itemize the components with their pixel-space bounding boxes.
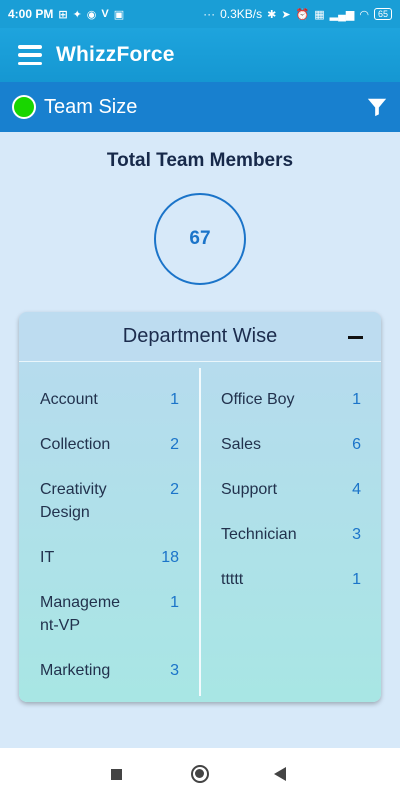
department-count: 1 bbox=[352, 571, 361, 588]
department-count: 2 bbox=[170, 436, 179, 453]
total-members-count: 67 bbox=[154, 193, 246, 285]
home-icon[interactable] bbox=[191, 765, 209, 783]
department-count: 3 bbox=[170, 662, 179, 679]
department-card: Department Wise Account 1 Collection 2 C… bbox=[19, 312, 381, 702]
department-count: 1 bbox=[170, 594, 179, 611]
recent-apps-icon[interactable] bbox=[111, 769, 122, 780]
department-count: 3 bbox=[352, 526, 361, 543]
department-name: Office Boy bbox=[221, 391, 295, 408]
wifi-icon: ◠ bbox=[359, 8, 369, 21]
department-count: 2 bbox=[170, 481, 179, 498]
status-bar: 4:00 PM ⊞ ✦ ◉ V ▣ ··· 0.3KB/s ✱ ➤ ⏰ ▦ ▂▄… bbox=[0, 0, 400, 28]
department-count: 1 bbox=[352, 391, 361, 408]
filter-icon[interactable] bbox=[366, 96, 388, 118]
department-name: ttttt bbox=[221, 571, 244, 588]
list-item: Marketing 3 bbox=[19, 659, 199, 702]
list-item: Sales 6 bbox=[200, 433, 381, 478]
v-box-icon: ▣ bbox=[113, 8, 125, 21]
section-title: Team Size bbox=[44, 95, 138, 118]
signal-icon: ▂▄▆ bbox=[329, 8, 355, 21]
status-time: 4:00 PM bbox=[8, 7, 54, 21]
v-icon: V bbox=[101, 8, 109, 20]
vibrate-icon: ▦ bbox=[314, 8, 325, 21]
department-name: Creativity Design bbox=[40, 481, 107, 521]
department-card-title: Department Wise bbox=[122, 325, 278, 347]
list-item: Support 4 bbox=[200, 478, 381, 523]
list-item: IT 18 bbox=[19, 546, 199, 591]
twitter-icon: ✦ bbox=[72, 8, 82, 21]
list-item: Creativity Design 2 bbox=[19, 478, 199, 523]
status-indicator-icon bbox=[12, 95, 36, 119]
department-name: Support bbox=[221, 481, 278, 498]
department-name: Marketing bbox=[40, 662, 111, 679]
department-count: 4 bbox=[352, 481, 361, 498]
bluetooth-icon: ✱ bbox=[267, 8, 277, 21]
menu-icon[interactable] bbox=[18, 45, 42, 65]
more-icon: ··· bbox=[203, 7, 216, 21]
plus-square-icon: ⊞ bbox=[58, 8, 68, 21]
list-item: Collection 2 bbox=[19, 433, 199, 478]
department-count: 6 bbox=[352, 436, 361, 453]
list-item: Technician 3 bbox=[200, 523, 381, 568]
back-icon[interactable] bbox=[274, 767, 286, 781]
total-members-label: Total Team Members bbox=[106, 150, 294, 171]
collapse-icon[interactable] bbox=[348, 336, 363, 339]
department-name: Manageme nt-VP bbox=[40, 594, 121, 634]
network-speed: 0.3KB/s bbox=[220, 7, 263, 21]
alarm-icon: ⏰ bbox=[295, 8, 310, 21]
app-title: WhizzForce bbox=[56, 43, 175, 66]
list-item: Office Boy 1 bbox=[200, 388, 381, 433]
department-name: Sales bbox=[221, 436, 262, 453]
section-bar: Team Size bbox=[0, 82, 400, 132]
location-icon: ➤ bbox=[281, 8, 291, 21]
game-icon: ◉ bbox=[86, 8, 97, 21]
department-count: 1 bbox=[170, 391, 179, 408]
list-item: ttttt 1 bbox=[200, 568, 381, 613]
list-item: Manageme nt-VP 1 bbox=[19, 591, 199, 636]
department-name: Account bbox=[40, 391, 98, 408]
list-item: Account 1 bbox=[19, 388, 199, 433]
battery-icon: 65 bbox=[373, 8, 392, 20]
app-bar: WhizzForce bbox=[0, 28, 400, 82]
system-nav-bar bbox=[0, 748, 400, 800]
department-card-header[interactable]: Department Wise bbox=[19, 312, 381, 362]
department-count: 18 bbox=[161, 549, 179, 566]
department-name: Collection bbox=[40, 436, 111, 453]
department-name: IT bbox=[40, 549, 55, 566]
department-name: Technician bbox=[221, 526, 297, 543]
